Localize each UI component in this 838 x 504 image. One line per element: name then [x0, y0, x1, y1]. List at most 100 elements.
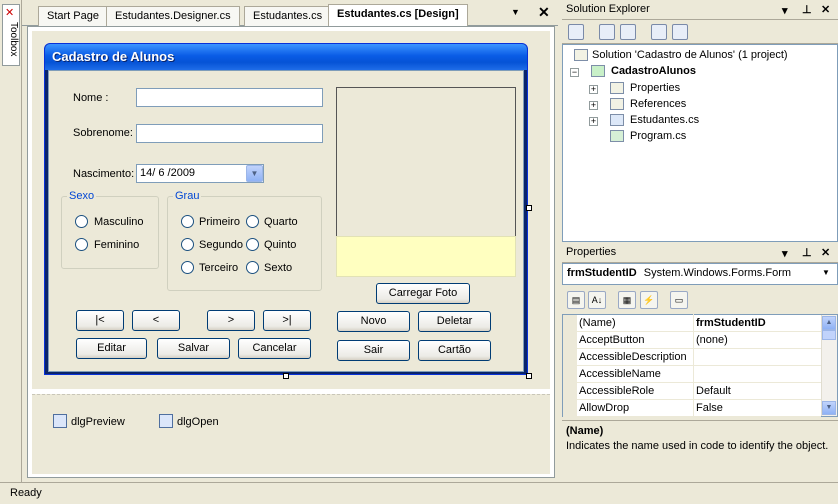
property-row[interactable]: AccessibleRole Default — [563, 383, 821, 400]
dlgpreview-label[interactable]: dlgPreview — [71, 416, 125, 428]
property-name: AccessibleRole — [579, 385, 655, 397]
sexo-group-title: Sexo — [67, 190, 97, 202]
photo-caption-area — [336, 236, 516, 277]
masculino-radio[interactable] — [75, 215, 88, 228]
photo-picture-box[interactable] — [336, 87, 516, 237]
tab-estudantes-code[interactable]: Estudantes.cs — [244, 6, 332, 26]
deletar-button[interactable]: Deletar — [418, 311, 491, 332]
object-selector[interactable]: frmStudentID System.Windows.Forms.Form — [562, 263, 838, 285]
sobrenome-label: Sobrenome: — [73, 127, 133, 139]
toolbox-icon: ✕ — [5, 7, 15, 19]
property-row[interactable]: AcceptButton (none) — [563, 332, 821, 349]
toolbox-strip — [0, 0, 22, 482]
close-pane-icon[interactable]: ✕ — [821, 3, 830, 16]
expand-icon[interactable]: + — [589, 117, 598, 126]
form-file-icon — [610, 114, 624, 126]
next-record-button[interactable]: > — [207, 310, 255, 331]
tab-list-icon[interactable]: ▼ — [511, 7, 520, 17]
sexto-radio[interactable] — [246, 261, 259, 274]
csharp-file-icon — [610, 130, 624, 142]
description-text: Indicates the name used in code to ident… — [566, 440, 829, 452]
expand-icon[interactable]: + — [589, 85, 598, 94]
property-value: False — [696, 402, 723, 414]
first-record-button[interactable]: |< — [76, 310, 124, 331]
tree-item-estudantes[interactable]: Estudantes.cs — [630, 114, 699, 126]
resize-handle-right[interactable] — [526, 205, 532, 211]
resize-handle-bottom[interactable] — [283, 373, 289, 379]
property-pages-icon[interactable]: ▭ — [670, 291, 688, 309]
alphabetical-icon[interactable]: A↓ — [588, 291, 606, 309]
grau-group-title: Grau — [173, 190, 202, 202]
nome-label: Nome : — [73, 92, 109, 104]
project-node[interactable]: CadastroAlunos — [611, 65, 696, 77]
sobrenome-input[interactable] — [136, 124, 323, 143]
collapse-icon[interactable]: − — [570, 68, 579, 77]
cartao-button[interactable]: Cartão — [418, 340, 491, 361]
property-column-divider[interactable] — [693, 314, 694, 416]
property-row[interactable]: (Name) frmStudentID — [563, 315, 821, 332]
salvar-button[interactable]: Salvar — [157, 338, 230, 359]
scroll-down-icon[interactable]: ▼ — [822, 401, 836, 415]
categorized-icon[interactable]: ▤ — [567, 291, 585, 309]
quinto-radio[interactable] — [246, 238, 259, 251]
solution-node[interactable]: Solution 'Cadastro de Alunos' (1 project… — [592, 49, 788, 61]
segundo-radio[interactable] — [181, 238, 194, 251]
properties-icon[interactable] — [568, 24, 584, 40]
events-icon[interactable]: ⚡ — [640, 291, 658, 309]
previous-record-button[interactable]: < — [132, 310, 180, 331]
nascimento-label: Nascimento: — [73, 168, 135, 180]
description-title: (Name) — [566, 425, 604, 437]
tree-item-properties[interactable]: Properties — [630, 82, 680, 94]
chevron-down-icon[interactable]: ▼ — [822, 268, 830, 277]
nome-input[interactable] — [136, 88, 323, 107]
view-designer-icon[interactable] — [672, 24, 688, 40]
references-icon — [610, 98, 624, 110]
close-pane-icon[interactable]: ✕ — [821, 246, 830, 259]
pin-icon[interactable]: ⊥ — [802, 246, 812, 259]
properties-folder-icon — [610, 82, 624, 94]
open-file-dialog-icon[interactable] — [159, 414, 173, 428]
property-name: AccessibleDescription — [579, 351, 687, 363]
feminino-radio[interactable] — [75, 238, 88, 251]
expand-icon[interactable]: + — [589, 101, 598, 110]
date-dropdown-icon[interactable]: ▼ — [246, 165, 263, 182]
novo-button[interactable]: Novo — [337, 311, 410, 332]
carregar-foto-button[interactable]: Carregar Foto — [376, 283, 470, 304]
tab-estudantes-design[interactable]: Estudantes.cs [Design] — [328, 4, 468, 27]
refresh-icon[interactable] — [620, 24, 636, 40]
component-tray — [32, 394, 550, 474]
resize-handle-corner[interactable] — [526, 373, 532, 379]
show-all-files-icon[interactable] — [599, 24, 615, 40]
property-row[interactable]: AllowDrop False — [563, 400, 821, 417]
sair-button[interactable]: Sair — [337, 340, 410, 361]
last-record-button[interactable]: >| — [263, 310, 311, 331]
form-title: Cadastro de Alunos — [52, 49, 175, 64]
properties-title: Properties — [562, 243, 838, 263]
quarto-radio[interactable] — [246, 215, 259, 228]
tab-estudantes-designer[interactable]: Estudantes.Designer.cs — [106, 6, 240, 26]
object-name: frmStudentID — [567, 267, 637, 279]
property-row[interactable]: AccessibleDescription — [563, 349, 821, 366]
scroll-up-icon[interactable]: ▲ — [822, 316, 836, 330]
tree-item-program[interactable]: Program.cs — [630, 130, 686, 142]
tree-item-references[interactable]: References — [630, 98, 686, 110]
primeiro-label: Primeiro — [199, 216, 240, 228]
editar-button[interactable]: Editar — [76, 338, 147, 359]
dlgopen-label[interactable]: dlgOpen — [177, 416, 219, 428]
primeiro-radio[interactable] — [181, 215, 194, 228]
pin-icon[interactable]: ⊥ — [802, 3, 812, 16]
dropdown-icon[interactable]: ▾ — [782, 4, 788, 17]
scrollbar-thumb[interactable] — [822, 330, 836, 340]
close-document-icon[interactable]: ✕ — [538, 4, 550, 21]
terceiro-radio[interactable] — [181, 261, 194, 274]
tab-start-page[interactable]: Start Page — [38, 6, 108, 26]
property-name: AllowDrop — [579, 402, 630, 414]
view-code-icon[interactable] — [651, 24, 667, 40]
property-name: AccessibleName — [579, 368, 661, 380]
print-preview-dialog-icon[interactable] — [53, 414, 67, 428]
property-row[interactable]: AccessibleName — [563, 366, 821, 383]
cancelar-button[interactable]: Cancelar — [238, 338, 311, 359]
dropdown-icon[interactable]: ▾ — [782, 247, 788, 260]
properties-view-icon[interactable]: ▦ — [618, 291, 636, 309]
solution-explorer-title: Solution Explorer — [562, 0, 838, 20]
